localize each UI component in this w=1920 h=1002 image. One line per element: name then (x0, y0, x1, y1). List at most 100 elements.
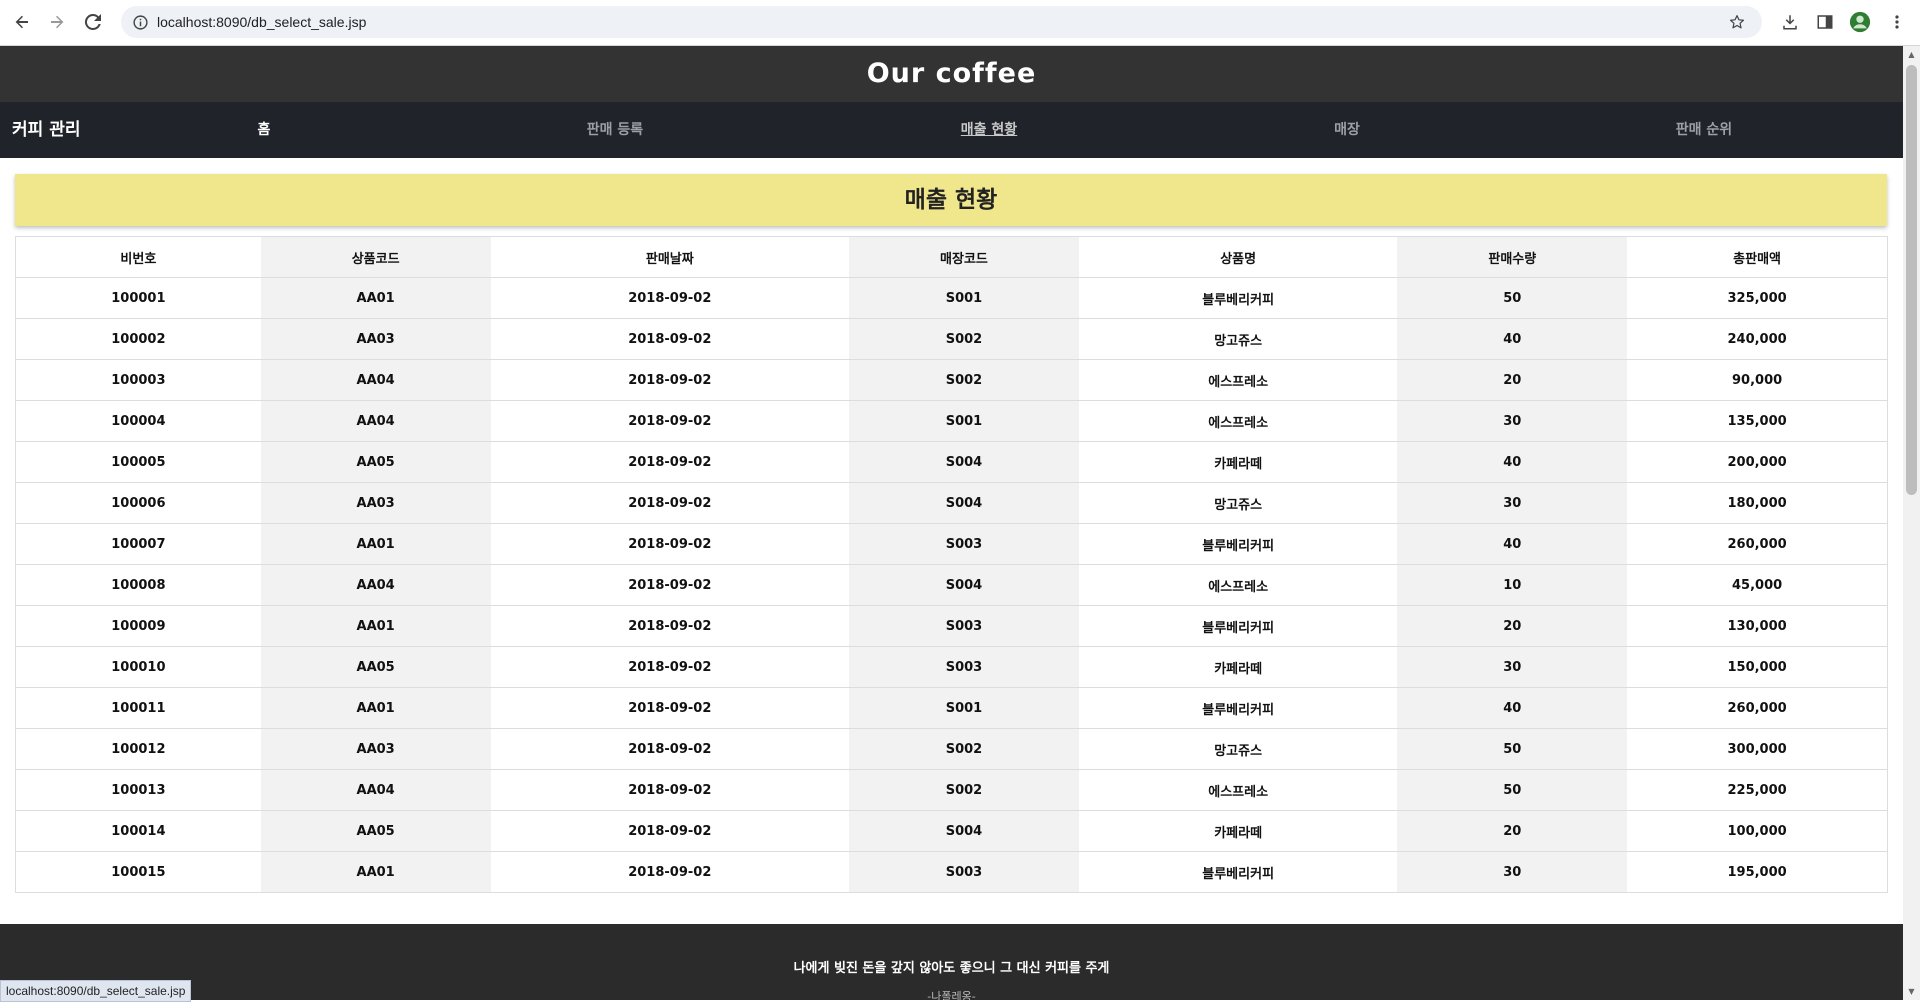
table-cell: 에스프레소 (1078, 564, 1398, 606)
table-cell: AA05 (260, 441, 491, 483)
table-row: 100004 AA04 2018-09-02 S001 에스프레소 30 135,000 (15, 400, 1888, 442)
column-header: 비번호 (15, 236, 261, 278)
table-cell: 30 (1397, 646, 1628, 688)
table-cell: 100005 (15, 441, 261, 483)
column-header: 상품명 (1078, 236, 1398, 278)
table-cell: AA05 (260, 810, 491, 852)
table-cell: 2018-09-02 (490, 523, 850, 565)
page-heading: 매출 현황 (15, 174, 1887, 226)
table-row: 100001 AA01 2018-09-02 S001 블루베리커피 50 325,000 (15, 277, 1888, 319)
address-bar[interactable]: localhost:8090/db_select_sale.jsp (121, 6, 1762, 38)
column-header: 매장코드 (849, 236, 1079, 278)
table-cell: 카페라떼 (1078, 441, 1398, 483)
table-cell: 180,000 (1627, 482, 1888, 524)
scroll-down-icon[interactable]: ▼ (1903, 983, 1920, 1000)
table-cell: 130,000 (1627, 605, 1888, 647)
table-cell: AA04 (260, 564, 491, 606)
table-cell: 에스프레소 (1078, 769, 1398, 811)
star-icon[interactable] (1726, 11, 1748, 33)
footer-author: -나폴레옹- (927, 990, 976, 1000)
nav-sale-register-link[interactable]: 판매 등록 (587, 102, 643, 158)
table-cell: AA01 (260, 523, 491, 565)
table-cell: S001 (849, 400, 1079, 442)
table-cell: AA04 (260, 769, 491, 811)
table-cell: 240,000 (1627, 318, 1888, 360)
reload-icon[interactable] (80, 9, 106, 35)
table-cell: 225,000 (1627, 769, 1888, 811)
download-icon[interactable] (1777, 9, 1803, 35)
table-row: 100008 AA04 2018-09-02 S004 에스프레소 10 45,000 (15, 564, 1888, 606)
table-cell: 100014 (15, 810, 261, 852)
table-cell: 100002 (15, 318, 261, 360)
table-row: 100011 AA01 2018-09-02 S001 블루베리커피 40 260,000 (15, 687, 1888, 729)
table-cell: 30 (1397, 851, 1628, 893)
table-cell: 100003 (15, 359, 261, 401)
table-cell: 2018-09-02 (490, 564, 850, 606)
table-row: 100009 AA01 2018-09-02 S003 블루베리커피 20 130,000 (15, 605, 1888, 647)
table-cell: AA01 (260, 851, 491, 893)
table-cell: 260,000 (1627, 687, 1888, 729)
table-header-row: 비번호 상품코드 판매날짜 매장코드 상품명 판매수량 총판매액 (15, 236, 1888, 278)
table-cell: 블루베리커피 (1078, 277, 1398, 319)
table-cell: 100010 (15, 646, 261, 688)
table-cell: 100011 (15, 687, 261, 729)
table-cell: 195,000 (1627, 851, 1888, 893)
table-cell: 50 (1397, 277, 1628, 319)
table-cell: 40 (1397, 318, 1628, 360)
page-scrollbar[interactable]: ▲ ▼ (1903, 46, 1920, 1000)
table-cell: 2018-09-02 (490, 605, 850, 647)
scroll-up-icon[interactable]: ▲ (1903, 46, 1920, 63)
table-cell: S004 (849, 441, 1079, 483)
table-cell: 2018-09-02 (490, 482, 850, 524)
scroll-thumb[interactable] (1906, 65, 1917, 495)
table-cell: 45,000 (1627, 564, 1888, 606)
table-row: 100006 AA03 2018-09-02 S004 망고쥬스 30 180,000 (15, 482, 1888, 524)
nav-sales-status-link[interactable]: 매출 현황 (961, 102, 1017, 158)
table-cell: 40 (1397, 687, 1628, 729)
info-icon[interactable] (131, 13, 149, 31)
table-cell: 100012 (15, 728, 261, 770)
table-cell: 카페라떼 (1078, 810, 1398, 852)
table-cell: 망고쥬스 (1078, 318, 1398, 360)
nav-store-link[interactable]: 매장 (1334, 102, 1360, 158)
page-content: Our coffee 커피 관리 홈 판매 등록 매출 현황 매장 판매 순위 … (0, 46, 1903, 1000)
table-cell: 2018-09-02 (490, 728, 850, 770)
nav-sales-rank-link[interactable]: 판매 순위 (1676, 102, 1732, 158)
column-header: 상품코드 (260, 236, 491, 278)
forward-icon[interactable] (44, 9, 70, 35)
table-row: 100007 AA01 2018-09-02 S003 블루베리커피 40 260,000 (15, 523, 1888, 565)
table-cell: 100009 (15, 605, 261, 647)
nav-home-link[interactable]: 홈 (258, 102, 271, 158)
table-cell: 30 (1397, 400, 1628, 442)
table-cell: S004 (849, 810, 1079, 852)
table-cell: 망고쥬스 (1078, 728, 1398, 770)
table-cell: 2018-09-02 (490, 810, 850, 852)
table-cell: S001 (849, 687, 1079, 729)
table-cell: AA01 (260, 605, 491, 647)
table-cell: 30 (1397, 482, 1628, 524)
table-cell: 50 (1397, 728, 1628, 770)
table-row: 100015 AA01 2018-09-02 S003 블루베리커피 30 195,000 (15, 851, 1888, 893)
table-row: 100002 AA03 2018-09-02 S002 망고쥬스 40 240,000 (15, 318, 1888, 360)
table-cell: 10 (1397, 564, 1628, 606)
table-cell: AA04 (260, 400, 491, 442)
table-cell: 20 (1397, 605, 1628, 647)
column-header: 판매수량 (1397, 236, 1628, 278)
table-cell: 135,000 (1627, 400, 1888, 442)
back-icon[interactable] (9, 9, 35, 35)
table-row: 100013 AA04 2018-09-02 S002 에스프레소 50 225,000 (15, 769, 1888, 811)
table-cell: 2018-09-02 (490, 277, 850, 319)
table-cell: 100007 (15, 523, 261, 565)
profile-icon[interactable] (1847, 9, 1873, 35)
table-row: 100010 AA05 2018-09-02 S003 카페라떼 30 150,000 (15, 646, 1888, 688)
more-icon[interactable] (1884, 9, 1910, 35)
table-row: 100003 AA04 2018-09-02 S002 에스프레소 20 90,000 (15, 359, 1888, 401)
table-cell: 2018-09-02 (490, 318, 850, 360)
url-text[interactable]: localhost:8090/db_select_sale.jsp (157, 6, 366, 38)
table-cell: AA01 (260, 687, 491, 729)
table-cell: AA01 (260, 277, 491, 319)
side-panel-icon[interactable] (1812, 9, 1838, 35)
table-cell: 50 (1397, 769, 1628, 811)
table-cell: AA03 (260, 728, 491, 770)
table-cell: S002 (849, 318, 1079, 360)
